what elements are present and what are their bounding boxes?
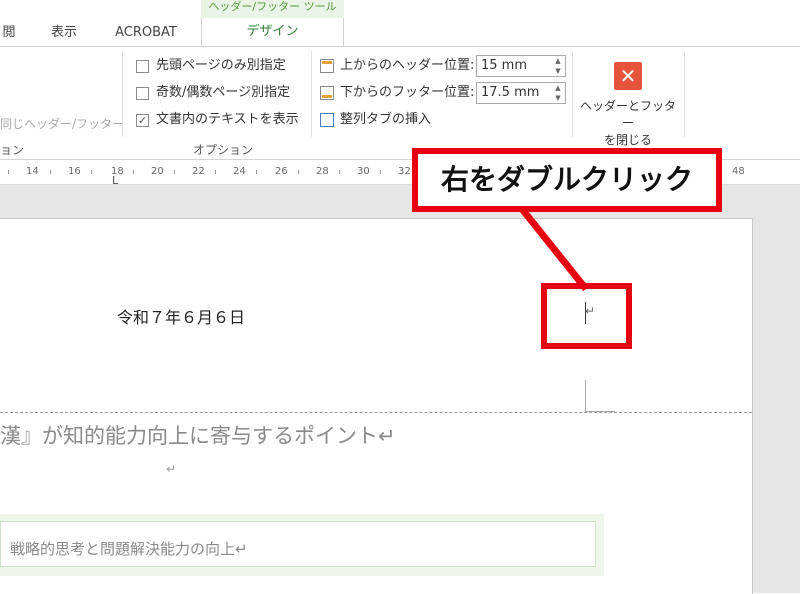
header-position-spinner[interactable]: 15 mm ▲ ▼ <box>476 55 566 77</box>
callout-pointer-line <box>519 206 589 292</box>
group-separator <box>572 51 573 137</box>
header-position-value: 15 mm <box>481 58 528 73</box>
close-header-footer-icon[interactable]: ✕ <box>614 62 642 90</box>
header-position-icon <box>320 59 334 73</box>
header-position-label: 上からのヘッダー位置: <box>340 58 475 73</box>
header-position-row: 上からのヘッダー位置: <box>320 55 474 77</box>
spinner-arrows-icon[interactable]: ▲ ▼ <box>551 83 565 103</box>
ruler-number: 30 <box>357 166 370 177</box>
ruler-number: 22 <box>192 166 205 177</box>
show-document-text-checkbox[interactable]: ✓ <box>136 113 149 127</box>
group-separator <box>311 51 312 137</box>
header-boundary-line <box>0 412 752 413</box>
ruler-number: 32 <box>398 166 411 177</box>
body-heading[interactable]: 漢』が知的能力向上に寄与するポイント↵ <box>0 420 396 450</box>
different-odd-even-option[interactable]: 奇数/偶数ページ別指定 <box>136 83 290 103</box>
ruler-number: 28 <box>316 166 329 177</box>
different-odd-even-checkbox[interactable] <box>136 86 149 100</box>
group-separator <box>122 51 123 137</box>
different-odd-even-label: 奇数/偶数ページ別指定 <box>156 85 291 100</box>
tab-design[interactable]: デザイン <box>201 18 344 46</box>
navigation-group-label: ョン <box>0 143 25 157</box>
different-first-page-label: 先頭ページのみ別指定 <box>156 58 286 73</box>
footer-position-row: 下からのフッター位置: <box>320 82 474 104</box>
ruler-number: 20 <box>151 166 164 177</box>
alignment-tab-icon <box>320 113 334 127</box>
paragraph-mark-icon[interactable]: ↵ <box>166 462 176 476</box>
ruler-number: 14 <box>26 166 39 177</box>
footer-position-label: 下からのフッター位置: <box>340 85 475 100</box>
ribbon: 同じヘッダー/フッター ョン 先頭ページのみ別指定 奇数/偶数ページ別指定 ✓ … <box>0 46 800 160</box>
ribbon-tab-bar: 閲 表示 ACROBAT ヘッダー/フッター ツール デザイン <box>0 0 800 46</box>
instruction-callout: 右をダブルクリック <box>412 148 722 212</box>
show-document-text-option[interactable]: ✓ 文書内のテキストを表示 <box>136 110 299 130</box>
insert-alignment-tab-button[interactable]: 整列タブの挿入 <box>320 109 431 131</box>
header-footer-tools-label: ヘッダー/フッター ツール <box>201 0 344 18</box>
ruler-number: 26 <box>275 166 288 177</box>
close-label-line1: ヘッダーとフッター <box>579 99 676 130</box>
spinner-arrows-icon[interactable]: ▲ ▼ <box>551 56 565 76</box>
insert-alignment-tab-label: 整列タブの挿入 <box>340 112 432 127</box>
close-label-line2: を閉じる <box>603 133 652 147</box>
tab-review[interactable]: 閲 <box>0 20 18 46</box>
options-group-label: オプション <box>193 143 254 157</box>
subheading-text[interactable]: 戦略的思考と問題解決能力の向上↵ <box>10 538 248 559</box>
different-first-page-option[interactable]: 先頭ページのみ別指定 <box>136 56 286 76</box>
footer-position-spinner[interactable]: 17.5 mm ▲ ▼ <box>476 82 566 104</box>
group-separator <box>684 51 685 137</box>
ruler-number: 48 <box>732 166 745 177</box>
link-to-previous-button[interactable]: 同じヘッダー/フッター <box>0 115 124 132</box>
show-document-text-label: 文書内のテキストを表示 <box>156 112 299 127</box>
header-date-text[interactable]: 令和７年６月６日 <box>117 304 245 328</box>
tab-view[interactable]: 表示 <box>44 20 84 46</box>
tab-acrobat[interactable]: ACROBAT <box>104 20 188 46</box>
double-click-target-highlight <box>541 283 632 349</box>
footer-position-icon <box>320 86 334 100</box>
ruler-number: 24 <box>233 166 246 177</box>
different-first-page-checkbox[interactable] <box>136 59 149 73</box>
ruler-number: 16 <box>68 166 81 177</box>
close-header-footer-button[interactable]: ヘッダーとフッター を閉じる <box>575 98 681 149</box>
header-margin-guide <box>585 380 586 412</box>
footer-position-value: 17.5 mm <box>481 85 540 100</box>
